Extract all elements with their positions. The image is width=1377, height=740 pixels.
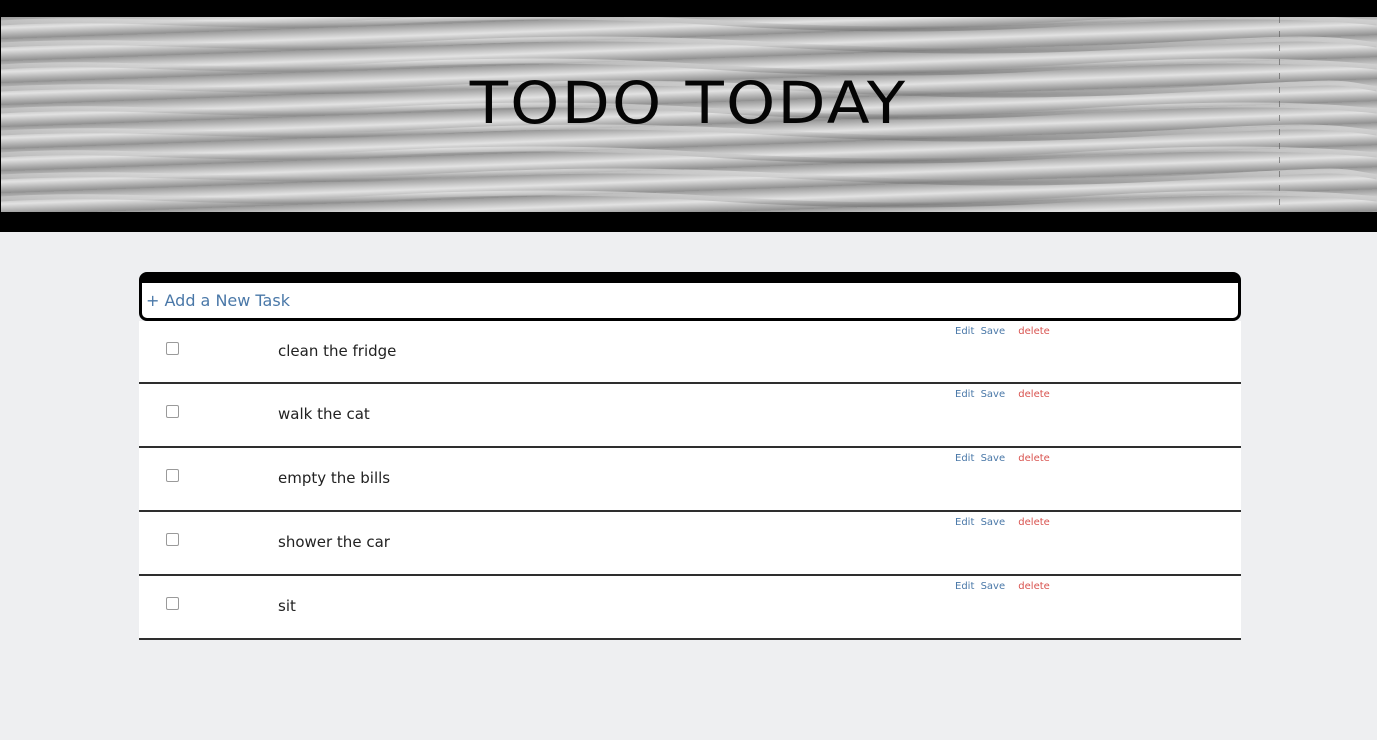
edit-button[interactable]: Edit: [955, 517, 974, 528]
save-button[interactable]: Save: [981, 517, 1006, 528]
task-actions: Edit Save delete: [955, 581, 1050, 592]
edit-button[interactable]: Edit: [955, 326, 974, 337]
save-button[interactable]: Save: [981, 453, 1006, 464]
task-row: empty the bills Edit Save delete: [139, 448, 1241, 512]
task-checkbox[interactable]: [166, 342, 179, 355]
edit-button[interactable]: Edit: [955, 389, 974, 400]
page-title: TODO TODAY: [469, 69, 908, 137]
task-checkbox[interactable]: [166, 469, 179, 482]
save-button[interactable]: Save: [981, 581, 1006, 592]
task-row: walk the cat Edit Save delete: [139, 384, 1241, 448]
task-checkbox[interactable]: [166, 405, 179, 418]
delete-button[interactable]: delete: [1018, 581, 1050, 592]
save-button[interactable]: Save: [981, 326, 1006, 337]
task-label: walk the cat: [278, 405, 370, 423]
task-row: sit Edit Save delete: [139, 576, 1241, 640]
edit-button[interactable]: Edit: [955, 581, 974, 592]
task-label: clean the fridge: [278, 342, 397, 360]
add-task-bar: + Add a New Task: [139, 272, 1241, 321]
task-label: sit: [278, 597, 296, 615]
todo-panel: + Add a New Task clean the fridge Edit S…: [139, 272, 1241, 640]
task-actions: Edit Save delete: [955, 389, 1050, 400]
task-row: shower the car Edit Save delete: [139, 512, 1241, 576]
page-header: TODO TODAY: [0, 0, 1377, 232]
delete-button[interactable]: delete: [1018, 326, 1050, 337]
add-new-task-button[interactable]: + Add a New Task: [146, 291, 290, 310]
task-actions: Edit Save delete: [955, 453, 1050, 464]
save-button[interactable]: Save: [981, 389, 1006, 400]
edit-button[interactable]: Edit: [955, 453, 974, 464]
delete-button[interactable]: delete: [1018, 453, 1050, 464]
delete-button[interactable]: delete: [1018, 517, 1050, 528]
task-checkbox[interactable]: [166, 597, 179, 610]
task-list: clean the fridge Edit Save delete walk t…: [139, 321, 1241, 640]
task-checkbox[interactable]: [166, 533, 179, 546]
delete-button[interactable]: delete: [1018, 389, 1050, 400]
task-label: empty the bills: [278, 469, 391, 487]
task-actions: Edit Save delete: [955, 326, 1050, 337]
task-label: shower the car: [278, 533, 390, 551]
task-actions: Edit Save delete: [955, 517, 1050, 528]
task-row: clean the fridge Edit Save delete: [139, 321, 1241, 384]
